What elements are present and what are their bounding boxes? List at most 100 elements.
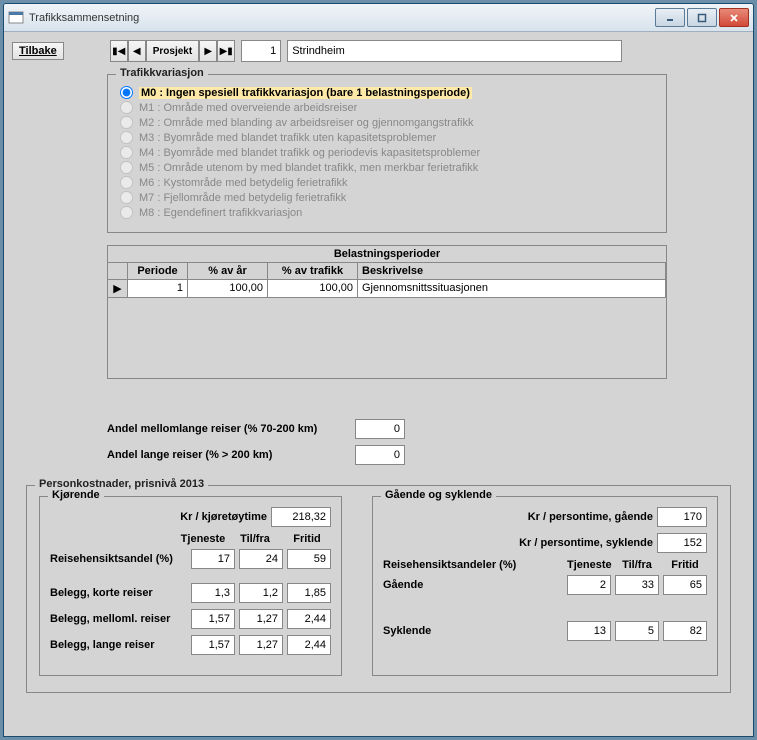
project-nav: ▮◀ ◀ Prosjekt ▶ ▶▮ [110, 40, 235, 62]
reisehensikt-tilfra[interactable] [239, 549, 283, 569]
radio-m0[interactable]: M0 : Ingen spesiell trafikkvariasjon (ba… [120, 85, 654, 100]
trafikkvariasjon-title: Trafikkvariasjon [116, 67, 208, 79]
belast-title: Belastningsperioder [108, 246, 666, 263]
belegg-lange-label: Belegg, lange reiser [50, 639, 187, 651]
project-button[interactable]: Prosjekt [146, 40, 199, 62]
project-number-input[interactable] [241, 40, 281, 62]
radio-m5: M5 : Område utenom by med blandet trafik… [120, 160, 654, 175]
kr-gaende-input[interactable] [657, 507, 707, 527]
radio-m8-input [120, 206, 133, 219]
radio-m4: M4 : Byområde med blandet trafikk og per… [120, 145, 654, 160]
radio-m6-input [120, 176, 133, 189]
kr-syklende-input[interactable] [657, 533, 707, 553]
reisehensikt-tjeneste[interactable] [191, 549, 235, 569]
gaende-label: Gående [383, 579, 563, 591]
gos-col-tjeneste: Tjeneste [567, 559, 611, 571]
kj-col-fritid: Fritid [283, 533, 331, 545]
belegg-korte-fritid[interactable] [287, 583, 331, 603]
reisehensikt-label: Reisehensiktsandel (%) [50, 553, 187, 565]
andel-mellom-input[interactable] [355, 419, 405, 439]
back-button[interactable]: Tilbake [12, 42, 64, 60]
belegg-mellom-tilfra[interactable] [239, 609, 283, 629]
radio-m6: M6 : Kystområde med betydelig ferietrafi… [120, 175, 654, 190]
gos-reisehensikt-label: Reisehensiktsandeler (%) [383, 559, 563, 571]
col-beskrivelse: Beskrivelse [358, 263, 666, 280]
next-button[interactable]: ▶ [199, 40, 217, 62]
belegg-lange-tjeneste[interactable] [191, 635, 235, 655]
radio-m5-input [120, 161, 133, 174]
radio-m7-input [120, 191, 133, 204]
kj-col-tilfra: Til/fra [231, 533, 279, 545]
row-marker[interactable]: ▶ [108, 280, 128, 298]
content-area: Tilbake ▮◀ ◀ Prosjekt ▶ ▶▮ Trafikkvarias… [4, 32, 753, 736]
belegg-korte-tjeneste[interactable] [191, 583, 235, 603]
titlebar: Trafikksammensetning [4, 4, 753, 32]
radio-m8: M8 : Egendefinert trafikkvariasjon [120, 205, 654, 220]
row-marker-header [108, 263, 128, 280]
main-window: Trafikksammensetning Tilbake ▮◀ ◀ Prosje… [3, 3, 754, 737]
prev-button[interactable]: ◀ [128, 40, 146, 62]
cell-pct-trafikk[interactable]: 100,00 [268, 280, 358, 298]
window-controls [655, 8, 749, 27]
radio-m1: M1 : Område med overveiende arbeidsreise… [120, 100, 654, 115]
belegg-mellom-tjeneste[interactable] [191, 609, 235, 629]
belastningsperioder-table: Belastningsperioder Periode % av år % av… [107, 245, 667, 379]
col-pct-trafikk: % av trafikk [268, 263, 358, 280]
cell-beskrivelse[interactable]: Gjennomsnittssituasjonen [358, 280, 666, 298]
trafikkvariasjon-group: Trafikkvariasjon M0 : Ingen spesiell tra… [107, 74, 667, 233]
andel-lange-input[interactable] [355, 445, 405, 465]
belegg-mellom-fritid[interactable] [287, 609, 331, 629]
syklende-label: Syklende [383, 625, 563, 637]
radio-m3-input [120, 131, 133, 144]
radio-m3: M3 : Byområde med blandet trafikk uten k… [120, 130, 654, 145]
cell-periode[interactable]: 1 [128, 280, 188, 298]
last-button[interactable]: ▶▮ [217, 40, 235, 62]
kr-syklende-label: Kr / persontime, syklende [519, 537, 653, 549]
gos-col-fritid: Fritid [663, 559, 707, 571]
radio-m1-input [120, 101, 133, 114]
andel-section: Andel mellomlange reiser (% 70-200 km) A… [107, 419, 745, 465]
belast-grid: Periode % av år % av trafikk Beskrivelse… [108, 263, 666, 298]
window-title: Trafikksammensetning [29, 12, 655, 24]
top-row: Tilbake ▮◀ ◀ Prosjekt ▶ ▶▮ [12, 40, 745, 62]
kjorende-title: Kjørende [48, 489, 104, 501]
gaende-syklende-group: Gående og syklende Kr / persontime, gåen… [372, 496, 718, 676]
project-name-input[interactable] [287, 40, 622, 62]
kr-kjtime-label: Kr / kjøretøytime [180, 511, 267, 523]
syklende-tjeneste[interactable] [567, 621, 611, 641]
first-button[interactable]: ▮◀ [110, 40, 128, 62]
belegg-korte-tilfra[interactable] [239, 583, 283, 603]
gaende-fritid[interactable] [663, 575, 707, 595]
belegg-lange-fritid[interactable] [287, 635, 331, 655]
gos-col-tilfra: Til/fra [615, 559, 659, 571]
personkostnader-group: Personkostnader, prisnivå 2013 Kjørende … [26, 485, 731, 693]
syklende-fritid[interactable] [663, 621, 707, 641]
andel-lange-label: Andel lange reiser (% > 200 km) [107, 449, 347, 461]
reisehensikt-fritid[interactable] [287, 549, 331, 569]
close-button[interactable] [719, 8, 749, 27]
andel-mellom-label: Andel mellomlange reiser (% 70-200 km) [107, 423, 347, 435]
maximize-button[interactable] [687, 8, 717, 27]
radio-m7: M7 : Fjellområde med betydelig ferietraf… [120, 190, 654, 205]
col-periode: Periode [128, 263, 188, 280]
radio-m4-input [120, 146, 133, 159]
syklende-tilfra[interactable] [615, 621, 659, 641]
kr-gaende-label: Kr / persontime, gående [528, 511, 653, 523]
belegg-lange-tilfra[interactable] [239, 635, 283, 655]
gos-title: Gående og syklende [381, 489, 496, 501]
radio-m2-input [120, 116, 133, 129]
radio-m0-input[interactable] [120, 86, 133, 99]
belegg-mellom-label: Belegg, melloml. reiser [50, 613, 187, 625]
kr-kjtime-input[interactable] [271, 507, 331, 527]
belast-empty-space [108, 298, 666, 378]
app-icon [8, 10, 24, 26]
gaende-tilfra[interactable] [615, 575, 659, 595]
kj-col-tjeneste: Tjeneste [179, 533, 227, 545]
cell-pct-ar[interactable]: 100,00 [188, 280, 268, 298]
kjorende-group: Kjørende Kr / kjøretøytime Tjeneste Til/… [39, 496, 342, 676]
gaende-tjeneste[interactable] [567, 575, 611, 595]
radio-m2: M2 : Område med blanding av arbeidsreise… [120, 115, 654, 130]
minimize-button[interactable] [655, 8, 685, 27]
belegg-korte-label: Belegg, korte reiser [50, 587, 187, 599]
col-pct-ar: % av år [188, 263, 268, 280]
